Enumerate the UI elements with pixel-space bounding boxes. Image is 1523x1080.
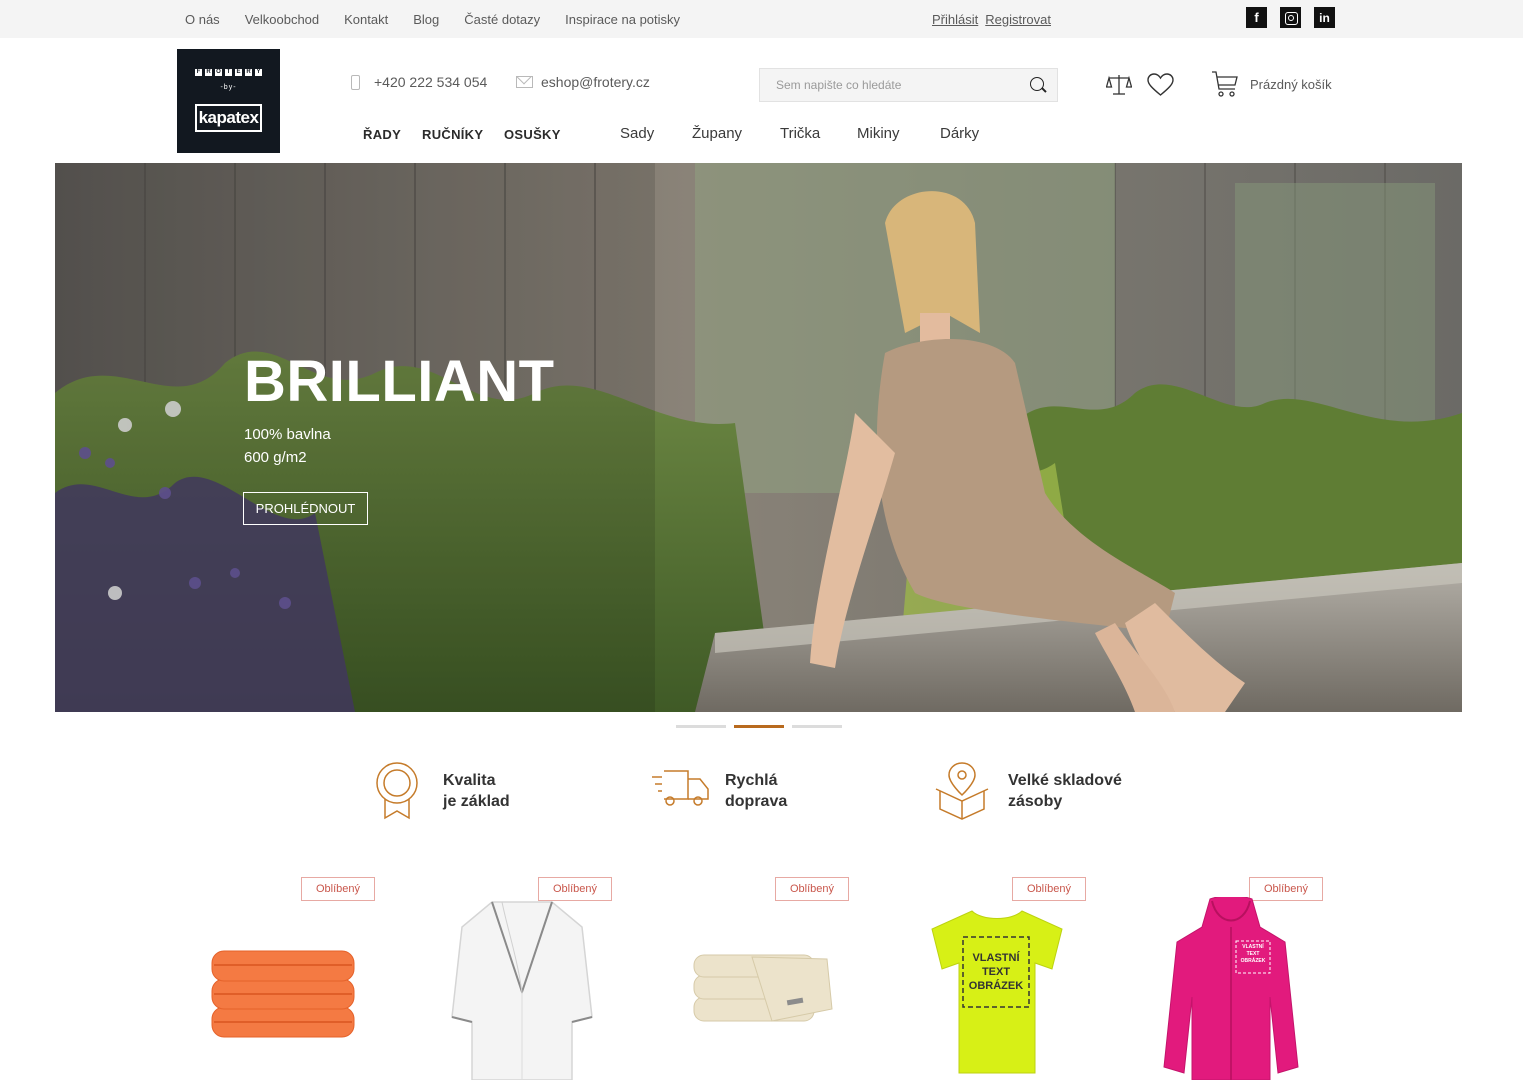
top-utility-bar: O nás Velkoobchod Kontakt Blog Časté dot… (0, 0, 1523, 38)
nav-mikiny[interactable]: Mikiny (857, 125, 900, 142)
slider-dot-2-active[interactable] (734, 725, 784, 728)
feature-quality: Kvalita je základ (373, 761, 510, 821)
site-logo[interactable]: FROTERY -by- kapatex (177, 49, 280, 153)
feature-stock-line1: Velké skladové (1008, 772, 1122, 789)
phone-number: +420 222 534 054 (374, 74, 488, 90)
search-icon[interactable] (1030, 77, 1044, 91)
login-link[interactable]: Přihlásit (932, 12, 978, 27)
nav-tricka[interactable]: Trička (780, 125, 820, 142)
logo-by: -by- (220, 84, 237, 91)
hero-title: BRILLIANT (244, 349, 555, 414)
nav-rucniky[interactable]: RUČNÍKY (422, 127, 483, 142)
hero-subtitle-weight: 600 g/m2 (244, 449, 307, 466)
hero-banner[interactable]: BRILLIANT 100% bavlna 600 g/m2 PROHLÉDNO… (55, 163, 1462, 712)
linkedin-icon[interactable]: in (1314, 7, 1335, 28)
facebook-icon[interactable]: f (1246, 7, 1267, 28)
orange-towels-image (211, 950, 355, 1038)
top-link-about[interactable]: O nás (185, 12, 220, 27)
feature-delivery-line2: doprava (725, 793, 788, 810)
feature-stock: Velké skladové zásoby (932, 761, 1122, 821)
product-card-tshirt-yellow[interactable]: Oblíbený VLASTNÍ TEXT OBRÁZEK (911, 877, 1111, 1080)
nav-zupany[interactable]: Župany (692, 125, 742, 142)
popular-badge: Oblíbený (775, 877, 849, 901)
product-card-bathrobe-white[interactable]: Oblíbený (437, 877, 637, 1080)
slider-indicators (676, 725, 850, 728)
slider-dot-3[interactable] (792, 725, 842, 728)
compare-scales-icon[interactable] (1106, 73, 1132, 97)
feature-stock-line2: zásoby (1008, 793, 1063, 810)
popular-badge: Oblíbený (1012, 877, 1086, 901)
email-address: eshop@frotery.cz (541, 74, 650, 90)
social-links: f in (1246, 7, 1348, 28)
nav-darky[interactable]: Dárky (940, 125, 979, 142)
top-links: O nás Velkoobchod Kontakt Blog Časté dot… (185, 0, 705, 38)
phone-icon (351, 74, 360, 90)
tshirt-print-text: VLASTNÍ TEXT OBRÁZEK (968, 952, 1024, 992)
slider-dot-1[interactable] (676, 725, 726, 728)
cart-label: Prázdný košík (1250, 76, 1332, 92)
beige-towels-image (693, 954, 833, 1022)
top-link-contact[interactable]: Kontakt (344, 12, 388, 27)
instagram-icon[interactable] (1280, 7, 1301, 28)
auth-links: Přihlásit Registrovat (932, 0, 1058, 38)
top-link-wholesale[interactable]: Velkoobchod (245, 12, 319, 27)
hero-view-button[interactable]: PROHLÉDNOUT (243, 492, 368, 525)
feature-quality-line1: Kvalita (443, 772, 496, 789)
heart-wishlist-icon[interactable] (1147, 73, 1174, 97)
mail-icon (516, 76, 533, 88)
phone-contact[interactable]: +420 222 534 054 (351, 74, 487, 90)
fast-delivery-truck-icon (652, 770, 709, 806)
nav-rady[interactable]: ŘADY (363, 127, 401, 142)
register-link[interactable]: Registrovat (985, 12, 1051, 27)
search-input[interactable] (760, 69, 1020, 101)
search-box (759, 68, 1058, 102)
product-card-towels-beige[interactable]: Oblíbený (674, 877, 874, 1080)
nav-sady[interactable]: Sady (620, 125, 654, 142)
feature-delivery: Rychlá doprava (650, 761, 787, 813)
email-contact[interactable]: eshop@frotery.cz (516, 74, 650, 90)
feature-quality-line2: je základ (443, 793, 510, 810)
top-link-faq[interactable]: Časté dotazy (464, 12, 540, 27)
pink-hoodie-image (1163, 897, 1299, 1080)
nav-osusky[interactable]: OSUŠKY (504, 127, 561, 142)
popular-badge: Oblíbený (301, 877, 375, 901)
white-bathrobe-image (451, 901, 593, 1080)
product-card-towels-orange[interactable]: Oblíbený (200, 877, 400, 1080)
stock-box-icon (935, 762, 989, 820)
logo-kapatex: kapatex (195, 104, 262, 132)
feature-delivery-line1: Rychlá (725, 772, 778, 789)
cart-icon (1212, 71, 1238, 97)
cart-widget[interactable]: Prázdný košík (1211, 70, 1332, 98)
product-card-hoodie-pink[interactable]: Oblíbený VLASTNÍ TEXT OBRÁZEK (1148, 877, 1348, 1080)
hero-subtitle-material: 100% bavlna (244, 426, 331, 443)
top-link-blog[interactable]: Blog (413, 12, 439, 27)
logo-frotery-letters: FROTERY (195, 69, 262, 76)
hoodie-print-text: VLASTNÍ TEXT OBRÁZEK (1240, 944, 1266, 964)
quality-medal-icon (376, 762, 418, 820)
top-link-print-inspiration[interactable]: Inspirace na potisky (565, 12, 680, 27)
